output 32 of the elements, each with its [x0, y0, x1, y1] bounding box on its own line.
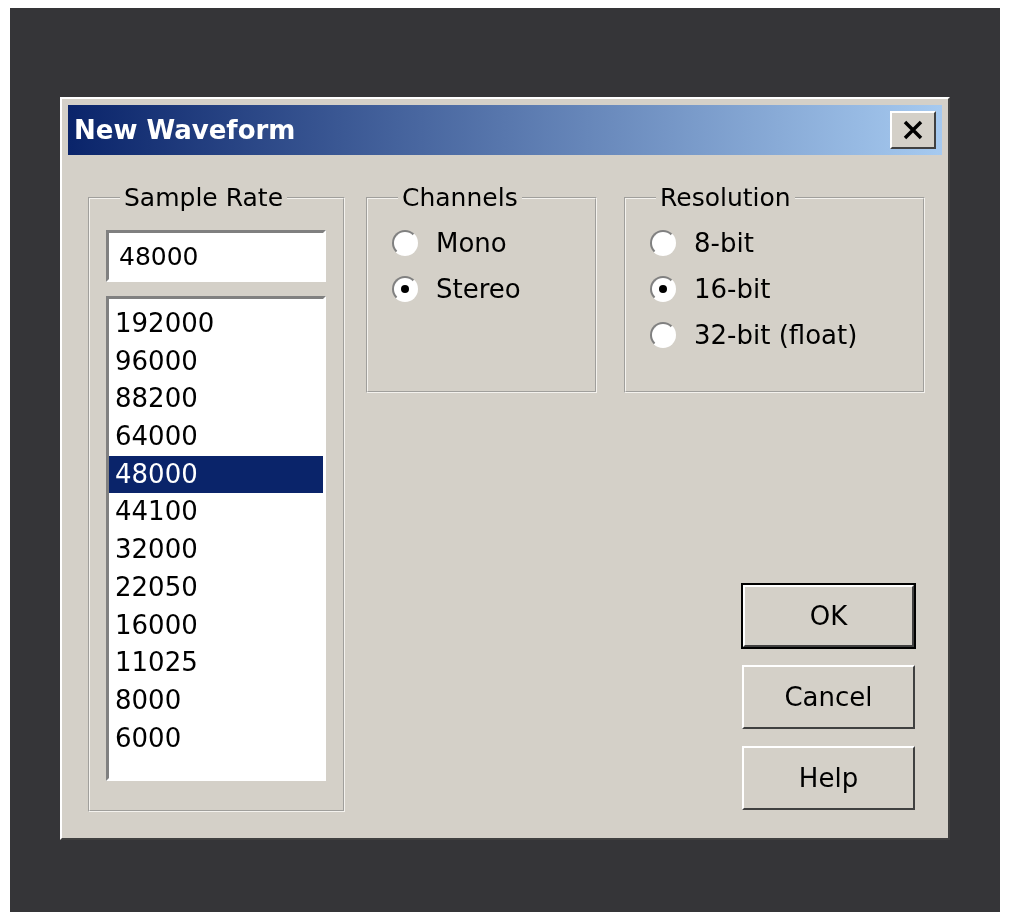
radio-button[interactable]	[650, 322, 676, 348]
close-icon	[902, 120, 924, 140]
list-item[interactable]: 16000	[109, 606, 323, 645]
close-button[interactable]	[890, 111, 936, 149]
group-label: Sample Rate	[123, 183, 284, 212]
group-label: Channels	[401, 183, 519, 212]
radio-button[interactable]	[650, 276, 676, 302]
list-item[interactable]: 44100	[109, 493, 323, 532]
dialog-button[interactable]: OK	[742, 584, 915, 648]
list-item[interactable]: 32000	[109, 531, 323, 569]
dialog-button[interactable]: Help	[742, 746, 915, 810]
list-item[interactable]: 11025	[109, 644, 323, 682]
radio-label[interactable]: 8-bit	[694, 228, 754, 258]
group-label: Resolution	[659, 183, 792, 212]
list-item[interactable]: 22050	[109, 568, 323, 607]
sample-rate-field[interactable]: 48000	[106, 230, 326, 282]
radio-label[interactable]: 16-bit	[694, 274, 771, 304]
radio-button[interactable]	[392, 276, 418, 302]
list-item[interactable]: 6000	[109, 719, 323, 758]
radio-label[interactable]: Stereo	[436, 274, 521, 304]
list-item[interactable]: 64000	[109, 418, 323, 456]
list-item[interactable]: 96000	[109, 342, 323, 381]
radio-label[interactable]: Mono	[436, 228, 507, 258]
window-title: New Waveform	[74, 115, 296, 145]
list-item[interactable]: 192000	[109, 305, 323, 343]
radio-button[interactable]	[392, 230, 418, 256]
radio-label[interactable]: 32-bit (float)	[694, 320, 858, 350]
radio-button[interactable]	[650, 230, 676, 256]
list-item[interactable]: 48000	[109, 455, 323, 494]
list-item[interactable]: 8000	[109, 681, 323, 720]
dialog-button[interactable]: Cancel	[742, 665, 915, 729]
list-item[interactable]: 88200	[109, 380, 323, 419]
